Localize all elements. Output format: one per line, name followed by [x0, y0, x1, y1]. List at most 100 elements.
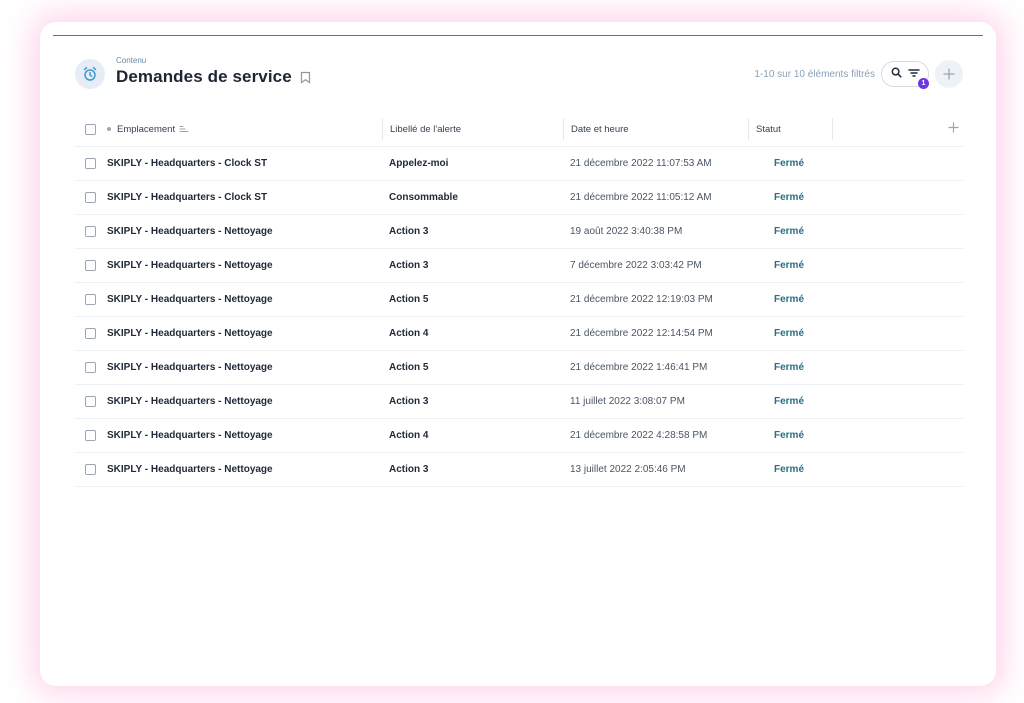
- page-title: Demandes de service: [116, 67, 292, 86]
- cell-datetime: 21 décembre 2022 12:14:54 PM: [563, 316, 748, 351]
- row-select-cell: [75, 384, 107, 419]
- row-checkbox[interactable]: [85, 260, 96, 271]
- search-icon[interactable]: [891, 65, 902, 83]
- cell-datetime: 11 juillet 2022 3:08:07 PM: [563, 384, 748, 419]
- column-label-status: Statut: [756, 123, 781, 135]
- select-all-checkbox[interactable]: [85, 123, 96, 135]
- table-row[interactable]: SKIPLY - Headquarters - Nettoyage Action …: [75, 214, 963, 249]
- cell-alert-label: Consommable: [382, 180, 563, 215]
- cell-alert-label: Action 5: [382, 350, 563, 385]
- table-row[interactable]: SKIPLY - Headquarters - Nettoyage Action …: [75, 452, 963, 487]
- cell-alert-label: Action 3: [382, 452, 563, 487]
- cell-location: SKIPLY - Headquarters - Nettoyage: [107, 418, 382, 453]
- cell-datetime: 13 juillet 2022 2:05:46 PM: [563, 452, 748, 487]
- row-select-cell: [75, 418, 107, 453]
- table-row[interactable]: SKIPLY - Headquarters - Clock ST Consomma…: [75, 180, 963, 215]
- row-checkbox[interactable]: [85, 158, 96, 169]
- cell-alert-label: Appelez-moi: [382, 146, 563, 181]
- status-badge: Fermé: [748, 282, 832, 317]
- column-header-alert-label[interactable]: Libellé de l'alerte: [382, 112, 563, 147]
- row-select-cell: [75, 214, 107, 249]
- cell-datetime: 21 décembre 2022 12:19:03 PM: [563, 282, 748, 317]
- table-row[interactable]: SKIPLY - Headquarters - Nettoyage Action …: [75, 282, 963, 317]
- cell-empty: [832, 452, 963, 487]
- row-select-cell: [75, 146, 107, 181]
- alarm-clock-icon: [75, 59, 105, 89]
- breadcrumb[interactable]: Contenu: [116, 56, 311, 66]
- results-count: 1-10 sur 10 éléments filtrés: [754, 68, 875, 80]
- header-tools: 1-10 sur 10 éléments filtrés 1: [754, 60, 963, 89]
- column-dot-icon: [107, 127, 111, 131]
- cell-alert-label: Action 3: [382, 384, 563, 419]
- cell-location: SKIPLY - Headquarters - Nettoyage: [107, 384, 382, 419]
- row-checkbox[interactable]: [85, 328, 96, 339]
- column-header-location[interactable]: Emplacement: [107, 112, 382, 147]
- cell-location: SKIPLY - Headquarters - Nettoyage: [107, 350, 382, 385]
- table-row[interactable]: SKIPLY - Headquarters - Nettoyage Action …: [75, 384, 963, 419]
- row-select-cell: [75, 282, 107, 317]
- row-checkbox[interactable]: [85, 362, 96, 373]
- table-row[interactable]: SKIPLY - Headquarters - Nettoyage Action …: [75, 350, 963, 385]
- row-checkbox[interactable]: [85, 396, 96, 407]
- table-header-row: Emplacement Libellé de l'alerte Date et …: [75, 112, 963, 147]
- search-filter-button[interactable]: 1: [881, 61, 929, 89]
- status-badge: Fermé: [748, 316, 832, 351]
- row-select-cell: [75, 452, 107, 487]
- table-row[interactable]: SKIPLY - Headquarters - Nettoyage Action …: [75, 418, 963, 453]
- table-row[interactable]: SKIPLY - Headquarters - Nettoyage Action …: [75, 248, 963, 283]
- add-column-icon[interactable]: [948, 122, 959, 136]
- row-checkbox[interactable]: [85, 464, 96, 475]
- status-badge: Fermé: [748, 452, 832, 487]
- cell-location: SKIPLY - Headquarters - Nettoyage: [107, 214, 382, 249]
- title-block: Contenu Demandes de service: [116, 56, 311, 87]
- status-badge: Fermé: [748, 350, 832, 385]
- column-header-status[interactable]: Statut: [748, 112, 832, 147]
- row-select-cell: [75, 248, 107, 283]
- table-row[interactable]: SKIPLY - Headquarters - Nettoyage Action …: [75, 316, 963, 351]
- cell-location: SKIPLY - Headquarters - Nettoyage: [107, 282, 382, 317]
- table-body: SKIPLY - Headquarters - Clock ST Appelez-…: [75, 146, 963, 487]
- cell-alert-label: Action 4: [382, 316, 563, 351]
- cell-empty: [832, 180, 963, 215]
- cell-empty: [832, 146, 963, 181]
- column-label-alert: Libellé de l'alerte: [390, 123, 461, 135]
- row-select-cell: [75, 316, 107, 351]
- cell-location: SKIPLY - Headquarters - Nettoyage: [107, 248, 382, 283]
- service-requests-table: Emplacement Libellé de l'alerte Date et …: [75, 112, 963, 487]
- cell-alert-label: Action 5: [382, 282, 563, 317]
- status-badge: Fermé: [748, 180, 832, 215]
- cell-location: SKIPLY - Headquarters - Nettoyage: [107, 316, 382, 351]
- status-badge: Fermé: [748, 418, 832, 453]
- cell-alert-label: Action 4: [382, 418, 563, 453]
- row-checkbox[interactable]: [85, 294, 96, 305]
- status-badge: Fermé: [748, 384, 832, 419]
- sort-icon[interactable]: [179, 125, 189, 133]
- cell-datetime: 19 août 2022 3:40:38 PM: [563, 214, 748, 249]
- cell-empty: [832, 316, 963, 351]
- cell-datetime: 21 décembre 2022 4:28:58 PM: [563, 418, 748, 453]
- row-checkbox[interactable]: [85, 430, 96, 441]
- column-label-datetime: Date et heure: [571, 123, 629, 135]
- filter-count-badge: 1: [918, 78, 929, 89]
- cell-empty: [832, 384, 963, 419]
- row-checkbox[interactable]: [85, 192, 96, 203]
- bookmark-icon[interactable]: [300, 71, 311, 84]
- content-panel: Contenu Demandes de service 1-10 sur 10 …: [53, 35, 983, 672]
- cell-datetime: 21 décembre 2022 11:05:12 AM: [563, 180, 748, 215]
- select-all-cell: [75, 112, 107, 147]
- column-header-datetime[interactable]: Date et heure: [563, 112, 748, 147]
- row-checkbox[interactable]: [85, 226, 96, 237]
- cell-datetime: 21 décembre 2022 11:07:53 AM: [563, 146, 748, 181]
- cell-datetime: 21 décembre 2022 1:46:41 PM: [563, 350, 748, 385]
- cell-empty: [832, 282, 963, 317]
- cell-datetime: 7 décembre 2022 3:03:42 PM: [563, 248, 748, 283]
- status-badge: Fermé: [748, 146, 832, 181]
- cell-empty: [832, 350, 963, 385]
- cell-empty: [832, 418, 963, 453]
- add-button[interactable]: [935, 60, 963, 88]
- row-select-cell: [75, 180, 107, 215]
- cell-location: SKIPLY - Headquarters - Clock ST: [107, 180, 382, 215]
- table-row[interactable]: SKIPLY - Headquarters - Clock ST Appelez-…: [75, 146, 963, 181]
- cell-empty: [832, 248, 963, 283]
- page-header: Contenu Demandes de service 1-10 sur 10 …: [75, 56, 963, 96]
